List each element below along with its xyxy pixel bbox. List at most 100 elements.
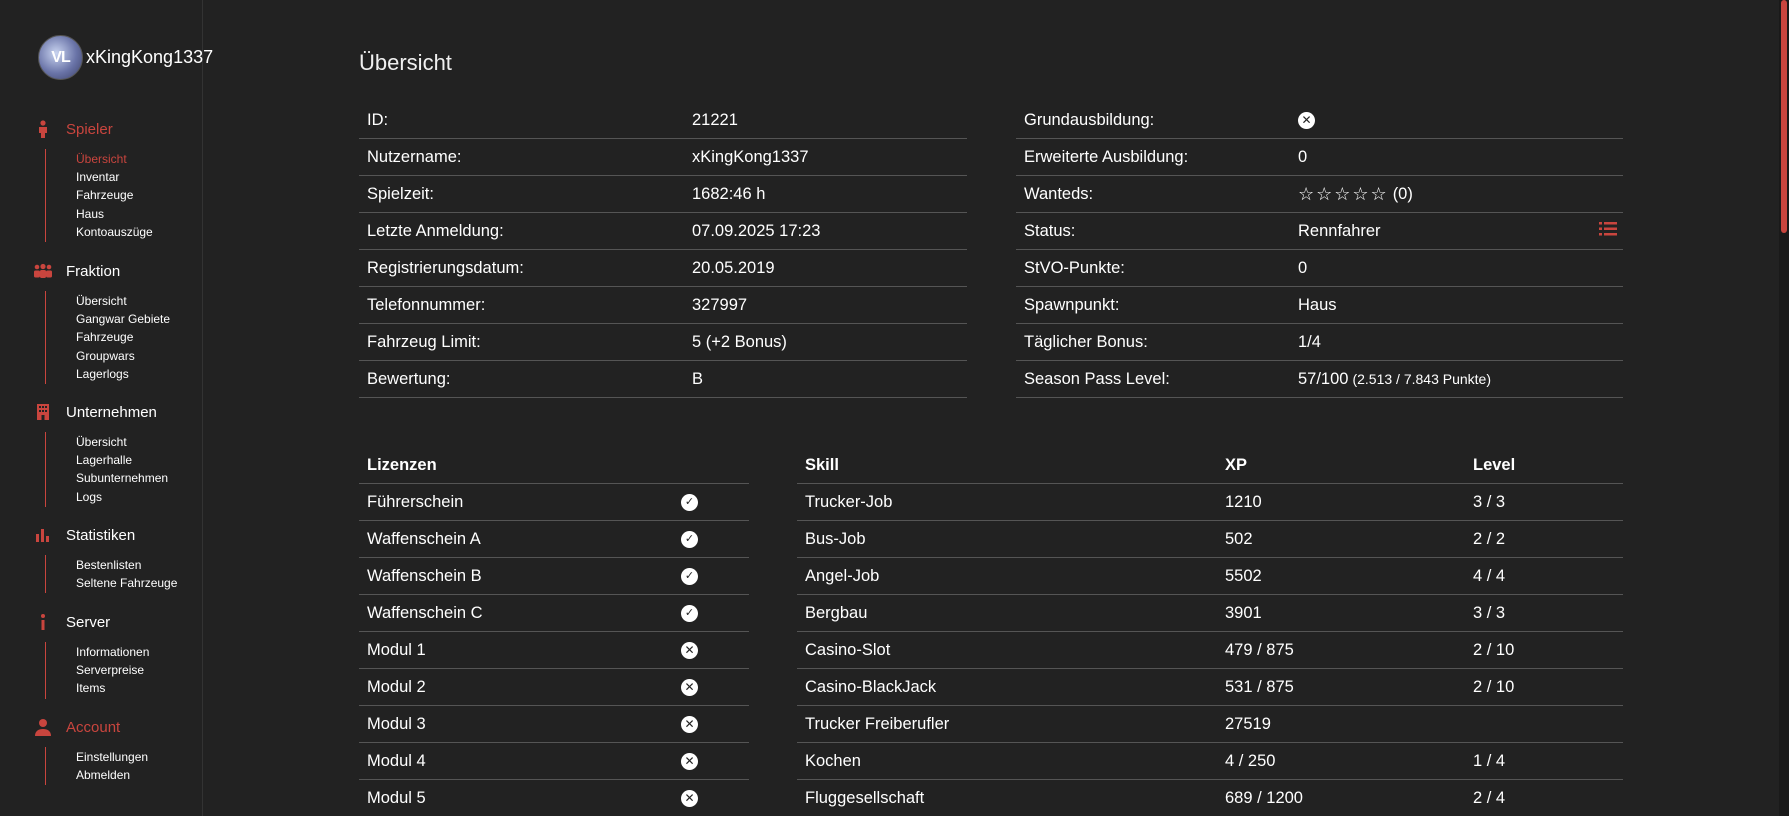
scrollbar-thumb[interactable] (1781, 0, 1787, 233)
sidebar-item-informationen[interactable]: Informationen (76, 643, 202, 661)
sidebar-item-haus[interactable]: Haus (76, 205, 202, 223)
info-row-wanteds: Wanteds: ☆☆☆☆☆ (0) (1016, 176, 1623, 213)
sidebar-item-unternehmen-uebersicht[interactable]: Übersicht (76, 433, 202, 451)
skill-row: Bergbau 3901 3 / 3 (797, 595, 1623, 632)
lizenzen-table: Lizenzen Führerschein ✓ Waffenschein A ✓ W… (359, 447, 749, 816)
skill-row: Bus-Job 502 2 / 2 (797, 521, 1623, 558)
info-key: Telefonnummer: (367, 295, 486, 314)
list-icon[interactable] (1599, 221, 1617, 241)
sidebar-item-spieler-fahrzeuge[interactable]: Fahrzeuge (76, 186, 202, 204)
sidebar-item-lagerlogs[interactable]: Lagerlogs (76, 365, 202, 383)
nav-head-statistiken[interactable]: Statistiken (32, 524, 202, 546)
info-key: Spielzeit: (367, 184, 434, 203)
sidebar-item-seltene-fahrzeuge[interactable]: Seltene Fahrzeuge (76, 574, 202, 592)
info-value: xKingKong1337 (692, 147, 809, 166)
group-icon (32, 262, 54, 280)
skills-header-row: Skill XP Level (797, 447, 1623, 484)
info-key: ID: (367, 110, 389, 129)
info-value: 07.09.2025 17:23 (692, 221, 821, 240)
sidebar-item-serverpreise[interactable]: Serverpreise (76, 661, 202, 679)
nav-head-spieler[interactable]: Spieler (32, 118, 202, 140)
info-row-erweitert: Erweiterte Ausbildung: 0 (1016, 139, 1623, 176)
nav-head-server[interactable]: Server (32, 611, 202, 633)
info-key: Spawnpunkt: (1024, 295, 1120, 314)
nav-head-account[interactable]: Account (32, 716, 202, 738)
info-value: 1682:46 h (692, 184, 766, 203)
sidebar-item-logs[interactable]: Logs (76, 488, 202, 506)
info-row-stvo: StVO-Punkte: 0 (1016, 250, 1623, 287)
license-row: Waffenschein C ✓ (359, 595, 749, 632)
info-value: Rennfahrer (1298, 221, 1381, 240)
sidebar-item-subunternehmen[interactable]: Subunternehmen (76, 469, 202, 487)
info-row: ID: 21221 (359, 102, 967, 139)
sidebar-item-spieler-uebersicht[interactable]: Übersicht (76, 150, 202, 168)
nav-head-unternehmen[interactable]: Unternehmen (32, 401, 202, 423)
license-name: Waffenschein C (367, 603, 483, 622)
nav-section-fraktion: Fraktion Übersicht Gangwar Gebiete Fahrz… (32, 260, 202, 385)
nav-sub-spieler: Übersicht Inventar Fahrzeuge Haus Kontoa… (45, 149, 202, 243)
x-circle-icon: ✕ (681, 715, 698, 733)
skill-level: 1 / 4 (1473, 751, 1506, 770)
skill-row: Fluggesellschaft 689 / 1200 2 / 4 (797, 780, 1623, 816)
scrollbar[interactable] (1779, 0, 1789, 816)
info-row-spawn: Spawnpunkt: Haus (1016, 287, 1623, 324)
info-value: Haus (1298, 295, 1337, 314)
info-row-season: Season Pass Level: 57/100 (2.513 / 7.843… (1016, 361, 1623, 398)
sidebar-item-gangwar-gebiete[interactable]: Gangwar Gebiete (76, 310, 202, 328)
license-row: Waffenschein A ✓ (359, 521, 749, 558)
info-key: Registrierungsdatum: (367, 258, 524, 277)
check-circle-icon: ✓ (681, 567, 698, 585)
x-circle-icon: ✕ (681, 789, 698, 807)
sidebar-item-lagerhalle[interactable]: Lagerhalle (76, 451, 202, 469)
nav-sub-fraktion: Übersicht Gangwar Gebiete Fahrzeuge Grou… (45, 291, 202, 385)
skill-row: Kochen 4 / 250 1 / 4 (797, 743, 1623, 780)
level-header: Level (1473, 455, 1516, 474)
x-circle-icon: ✕ (681, 752, 698, 770)
license-name: Waffenschein A (367, 529, 481, 548)
license-row: Waffenschein B ✓ (359, 558, 749, 595)
info-key: Täglicher Bonus: (1024, 332, 1148, 351)
xp-header: XP (1225, 455, 1248, 474)
info-row: Fahrzeug Limit: 5 (+2 Bonus) (359, 324, 967, 361)
license-name: Modul 4 (367, 751, 426, 770)
sidebar-item-fraktion-uebersicht[interactable]: Übersicht (76, 292, 202, 310)
skill-level: 2 / 10 (1473, 677, 1515, 696)
sidebar-item-fraktion-fahrzeuge[interactable]: Fahrzeuge (76, 328, 202, 346)
skill-xp: 502 (1225, 529, 1253, 548)
sidebar-item-kontoauszuege[interactable]: Kontoauszüge (76, 223, 202, 241)
info-value: 21221 (692, 110, 738, 129)
info-key: Letzte Anmeldung: (367, 221, 504, 240)
sidebar-item-abmelden[interactable]: Abmelden (76, 766, 202, 784)
sidebar-item-groupwars[interactable]: Groupwars (76, 347, 202, 365)
person-icon (32, 120, 54, 138)
skill-name: Casino-Slot (805, 640, 891, 659)
sidebar-item-inventar[interactable]: Inventar (76, 168, 202, 186)
sidebar-item-bestenlisten[interactable]: Bestenlisten (76, 556, 202, 574)
wanted-stars-icon: ☆☆☆☆☆ (1298, 183, 1389, 204)
check-circle-icon: ✓ (681, 493, 698, 511)
nav-label-unternehmen: Unternehmen (66, 403, 157, 421)
skill-xp: 5502 (1225, 566, 1262, 585)
sidebar-item-items[interactable]: Items (76, 679, 202, 697)
profile[interactable]: VL xKingKong1337 (38, 35, 213, 80)
info-key: Status: (1024, 221, 1076, 240)
nav-label-statistiken: Statistiken (66, 526, 136, 544)
nav-sub-account: Einstellungen Abmelden (45, 747, 202, 786)
license-name: Waffenschein B (367, 566, 482, 585)
check-circle-icon: ✓ (681, 604, 698, 622)
skills-table: Skill XP Level Trucker-Job 1210 3 / 3 Bus-… (797, 447, 1623, 816)
info-key: Season Pass Level: (1024, 369, 1170, 388)
skill-name: Trucker-Job (805, 492, 893, 511)
nav-head-fraktion[interactable]: Fraktion (32, 260, 202, 282)
profile-username[interactable]: xKingKong1337 (86, 47, 213, 68)
info-value: 327997 (692, 295, 748, 314)
license-name: Modul 3 (367, 714, 426, 733)
license-row: Modul 5 ✕ (359, 780, 749, 816)
avatar[interactable]: VL (38, 35, 83, 80)
info-row: Registrierungsdatum: 20.05.2019 (359, 250, 967, 287)
nav-label-fraktion: Fraktion (66, 262, 121, 280)
license-row: Modul 4 ✕ (359, 743, 749, 780)
sidebar-item-einstellungen[interactable]: Einstellungen (76, 748, 202, 766)
bar-chart-icon (32, 526, 54, 544)
building-icon (32, 403, 54, 421)
